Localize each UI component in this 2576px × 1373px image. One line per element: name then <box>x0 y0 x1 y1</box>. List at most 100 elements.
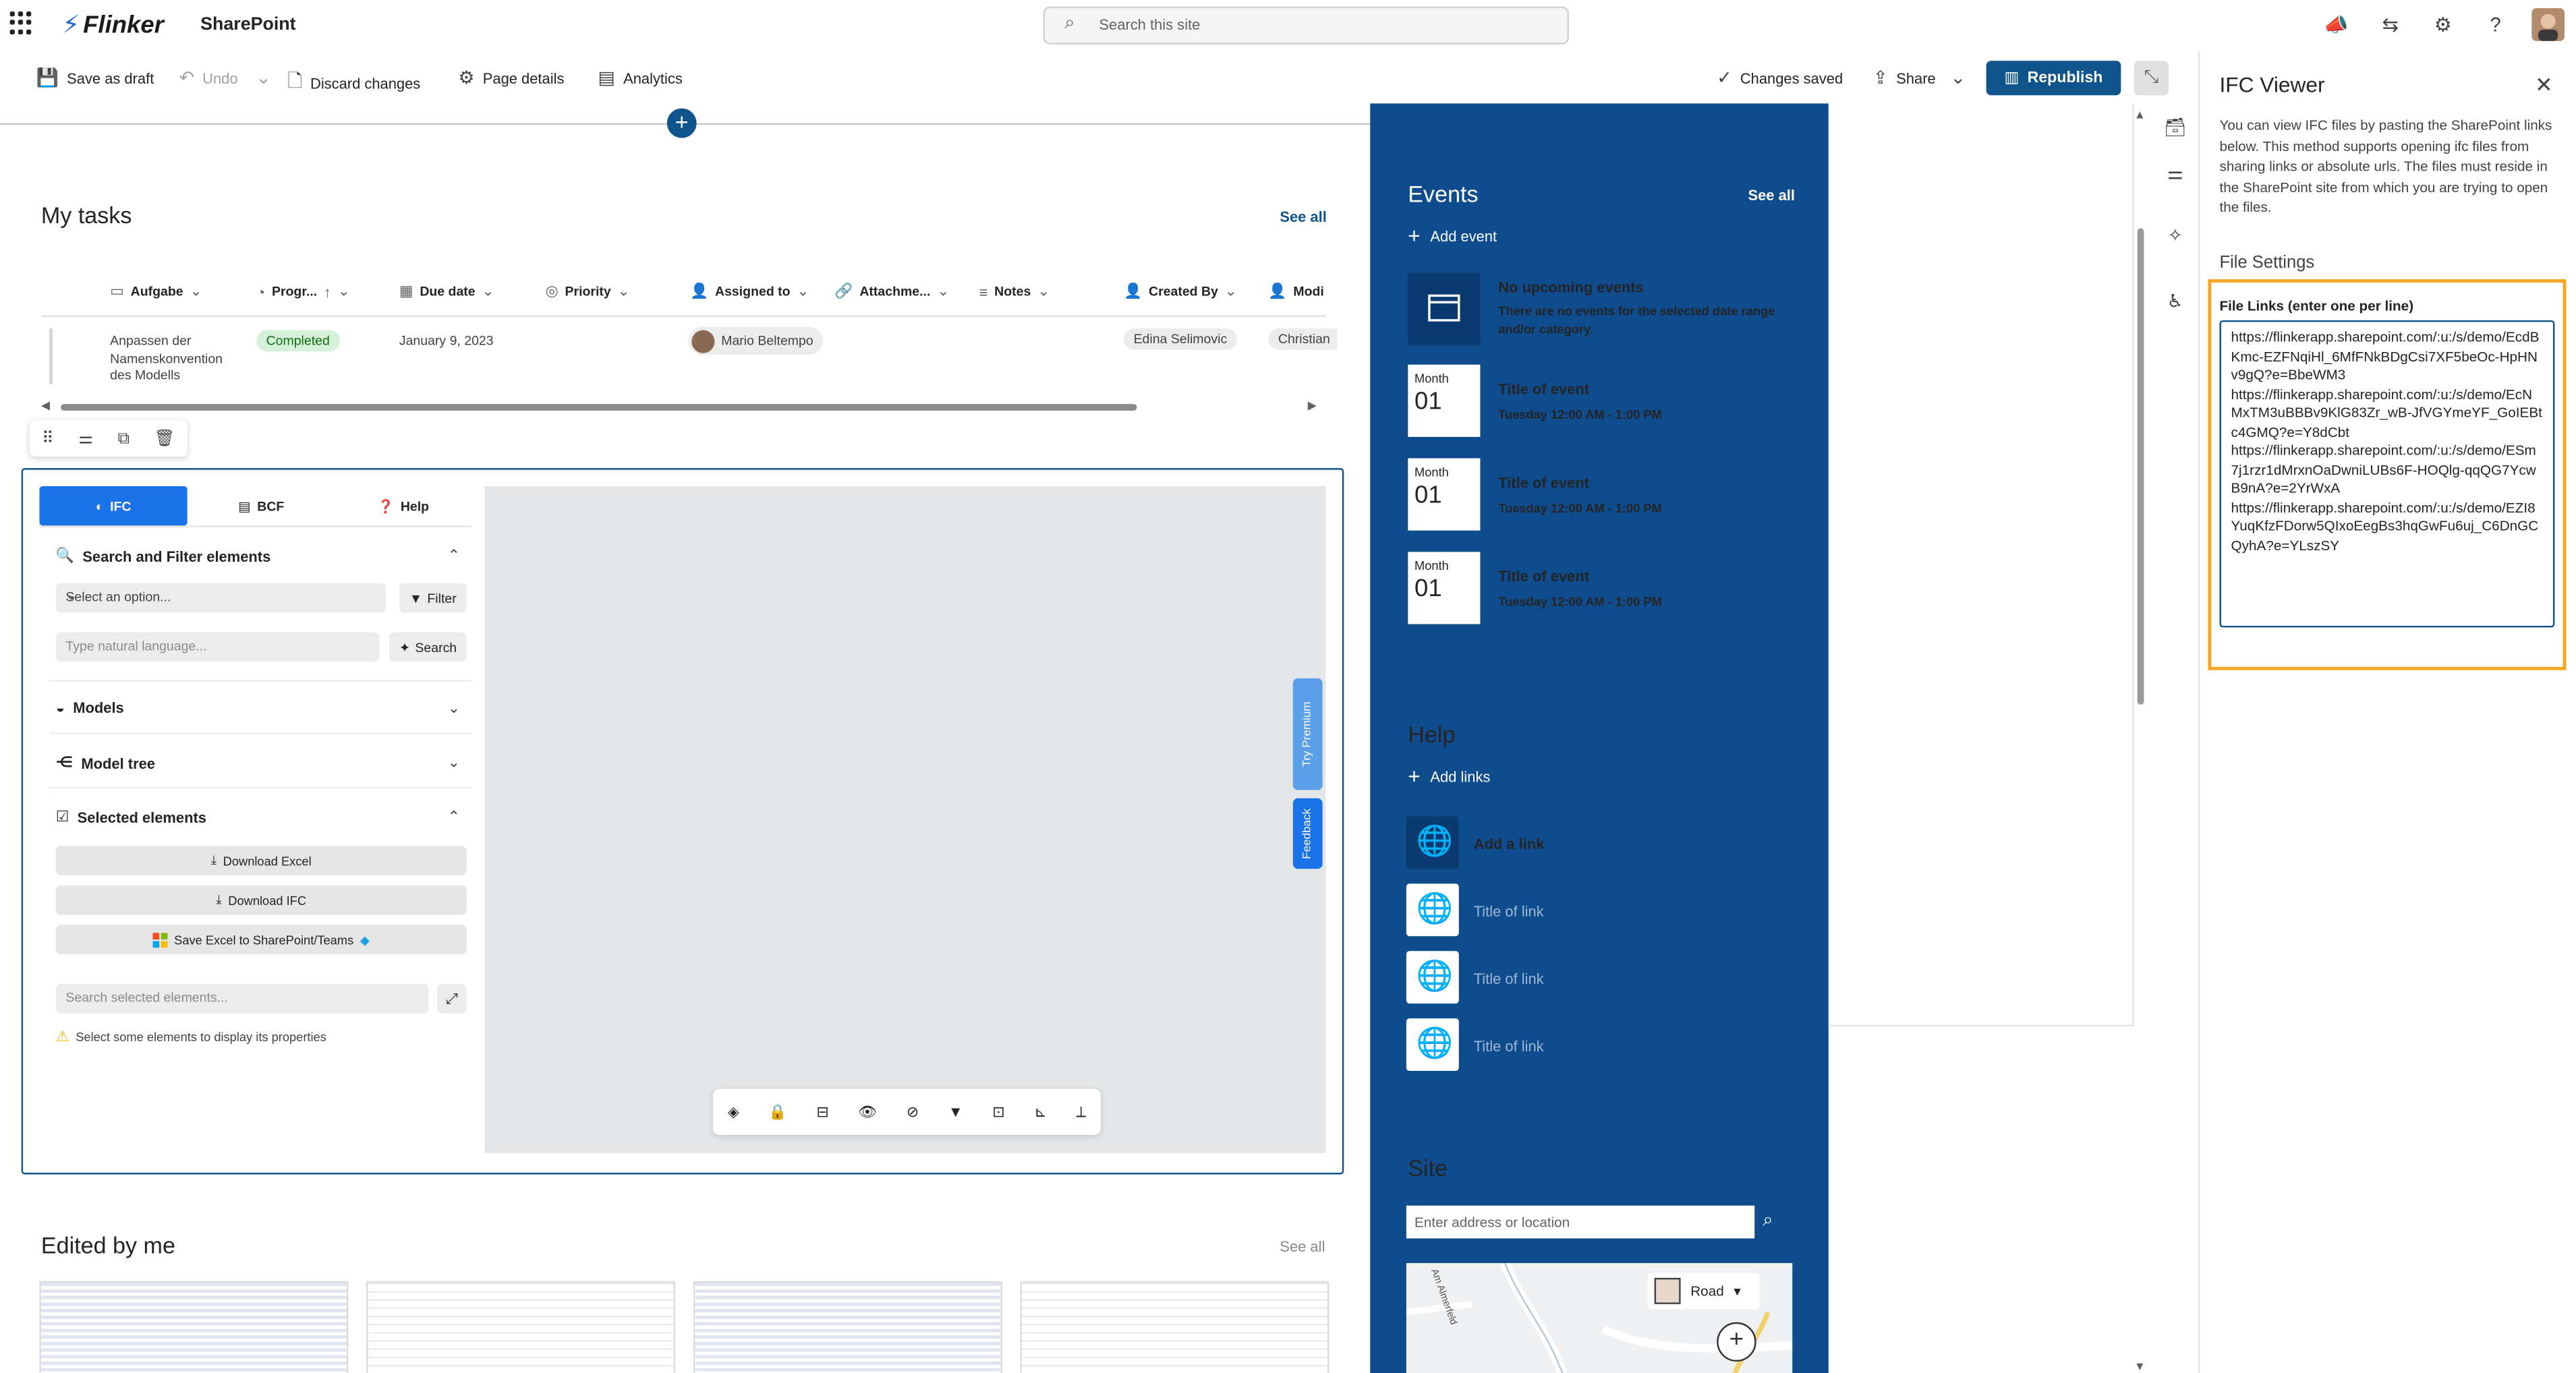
selected-elements-search-input[interactable]: Search selected elements... <box>55 983 429 1014</box>
filter-icon[interactable]: ▼ <box>948 1104 963 1120</box>
duplicate-icon[interactable]: ⧉ <box>118 430 130 448</box>
element-type-select[interactable]: Select an option... ⌄ <box>55 583 387 613</box>
link-title[interactable]: Title of link <box>1474 1038 1544 1054</box>
microsoft-logo-icon <box>152 932 168 947</box>
download-ifc-button[interactable]: ⤓ Download IFC <box>55 885 467 915</box>
column-header-created-by[interactable]: 👤 Created By ⌄ <box>1124 283 1237 301</box>
accessibility-icon[interactable]: ♿ <box>2162 291 2188 317</box>
document-thumbnail[interactable] <box>39 1281 349 1373</box>
section-box-icon[interactable]: ⊟ <box>816 1103 828 1121</box>
republish-button[interactable]: ▥ Republish <box>1986 61 2121 96</box>
try-premium-tab[interactable]: Try Premium <box>1292 678 1323 790</box>
undo-button[interactable]: ↶ Undo ⌄ <box>179 67 270 88</box>
show-icon[interactable]: 👁 <box>858 1103 877 1121</box>
add-section-button[interactable]: + <box>666 108 697 138</box>
close-icon[interactable]: ✕ <box>2535 72 2553 98</box>
link-title[interactable]: Title of link <box>1474 904 1544 920</box>
event-title[interactable]: Title of event <box>1498 568 1589 585</box>
scrollbar-thumb[interactable] <box>61 404 1137 411</box>
scroll-left-icon[interactable]: ◀ <box>41 399 50 412</box>
brand-logo[interactable]: ⚡ Flinker <box>63 10 164 39</box>
app-name[interactable]: SharePoint <box>200 15 295 34</box>
column-header-attachments[interactable]: 🔗 Attachme... ⌄ <box>834 283 949 301</box>
collapse-icon[interactable]: ⤡ <box>2134 61 2169 96</box>
tab-ifc[interactable]: ◐ IFC <box>39 486 188 526</box>
add-event-button[interactable]: + Add event <box>1408 223 1497 248</box>
clip-plane-icon[interactable]: ⟂ <box>1076 1103 1086 1121</box>
my-tasks-see-all-link[interactable]: See all <box>1280 208 1326 225</box>
edit-properties-icon[interactable]: ⚌ <box>78 430 93 448</box>
event-time: Tuesday 12:00 AM - 1:00 PM <box>1498 407 1662 422</box>
scroll-down-icon[interactable]: ▼ <box>2134 1362 2146 1373</box>
scrollbar-thumb[interactable] <box>2137 228 2144 705</box>
focus-icon[interactable]: ⊡ <box>992 1103 1004 1121</box>
megaphone-icon[interactable]: 📣 <box>2322 10 2351 40</box>
filter-button[interactable]: ▼ Filter <box>399 583 467 613</box>
link-title[interactable]: Title of link <box>1474 970 1544 987</box>
lock-icon[interactable]: 🔒 <box>768 1103 786 1121</box>
search-button[interactable]: ✦ Search <box>389 632 467 662</box>
ifc-3d-viewport[interactable] <box>484 486 1326 1153</box>
document-thumbnail[interactable] <box>1020 1281 1329 1373</box>
scroll-right-icon[interactable]: ▶ <box>1308 399 1317 412</box>
site-search-input[interactable]: ⌕ Search this site <box>1043 6 1569 45</box>
event-title[interactable]: Title of event <box>1498 381 1589 397</box>
model-tree-section-header[interactable]: ⋲ Model tree ⌄ <box>56 754 467 772</box>
toolbox-icon[interactable]: 🗃 <box>2162 117 2188 143</box>
analytics-button[interactable]: ▤ Analytics <box>598 67 683 88</box>
share-network-icon[interactable]: ⇆ <box>2376 10 2405 40</box>
help-icon[interactable]: ? <box>2481 10 2511 40</box>
map-style-label: Road <box>1690 1283 1724 1299</box>
document-thumbnail[interactable] <box>366 1281 676 1373</box>
scroll-up-icon[interactable]: ▲ <box>2134 110 2146 121</box>
search-icon[interactable]: ⌕ <box>1763 1210 1773 1232</box>
edited-see-all-link[interactable]: See all <box>1280 1238 1325 1254</box>
column-header-priority[interactable]: ◎ Priority ⌄ <box>546 283 630 301</box>
add-a-link[interactable]: Add a link <box>1474 836 1545 852</box>
discard-changes-button[interactable]: 🗋 Discard changes <box>287 67 420 98</box>
column-header-aufgabe[interactable]: ▭ Aufgabe ⌄ <box>110 283 202 301</box>
assigned-person[interactable]: Mario Beltempo <box>688 326 824 355</box>
isolate-icon[interactable]: ◈ <box>728 1103 739 1121</box>
column-header-assigned-to[interactable]: 👤 Assigned to ⌄ <box>690 283 809 301</box>
feedback-tab[interactable]: Feedback <box>1292 798 1323 869</box>
tab-help[interactable]: ❓ Help <box>335 486 471 525</box>
drag-handle-icon[interactable]: ⠿ <box>42 430 54 448</box>
map-style-selector[interactable]: Road ▾ <box>1647 1273 1760 1310</box>
column-header-progress[interactable]: ◔ Progr... ↑ ⌄ <box>256 283 350 301</box>
natural-language-input[interactable]: Type natural language... <box>55 632 380 662</box>
sliders-icon[interactable]: ⚌ <box>2162 163 2188 189</box>
task-name[interactable]: Anpassen der Namenskonvention des Modell… <box>110 333 241 385</box>
user-avatar[interactable] <box>2531 8 2565 41</box>
save-as-draft-button[interactable]: 💾 Save as draft <box>36 67 154 88</box>
file-links-textarea[interactable]: https://flinkerapp.sharepoint.com/:u:/s/… <box>2219 320 2555 628</box>
share-button[interactable]: ⇪ Share ⌄ <box>1873 67 1966 88</box>
vertical-scrollbar[interactable]: ▲ ▼ <box>2134 110 2147 1373</box>
zoom-in-icon[interactable]: + <box>1717 1322 1756 1362</box>
page-details-button[interactable]: ⚙ Page details <box>459 67 565 88</box>
hide-icon[interactable]: ⊘ <box>907 1103 919 1121</box>
column-header-due-date[interactable]: ▦ Due date ⌄ <box>399 283 494 301</box>
tab-bcf[interactable]: ▤ BCF <box>188 486 335 525</box>
column-header-notes[interactable]: ≡ Notes ⌄ <box>979 283 1050 301</box>
delete-icon[interactable]: 🗑 <box>154 430 175 448</box>
modified-by-person[interactable]: Christian <box>1268 328 1338 350</box>
settings-gear-icon[interactable]: ⚙ <box>2428 10 2458 40</box>
selected-elements-section-header[interactable]: ☑ Selected elements ⌃ <box>56 808 467 826</box>
measure-icon[interactable]: ⊾ <box>1034 1103 1046 1121</box>
design-sparkle-icon[interactable]: ✧ <box>2162 225 2188 252</box>
app-launcher-icon[interactable] <box>9 11 33 34</box>
created-by-person[interactable]: Edina Selimovic <box>1123 328 1237 350</box>
event-title[interactable]: Title of event <box>1498 475 1589 491</box>
expand-icon[interactable]: ⤢ <box>436 983 467 1014</box>
address-input[interactable]: Enter address or location <box>1406 1205 1755 1239</box>
download-excel-button[interactable]: ⤓ Download Excel <box>55 846 467 876</box>
add-links-button[interactable]: + Add links <box>1408 764 1490 789</box>
document-thumbnail[interactable] <box>693 1281 1002 1373</box>
save-excel-button[interactable]: Save Excel to SharePoint/Teams ◆ <box>55 925 467 955</box>
events-see-all-link[interactable]: See all <box>1748 187 1794 204</box>
models-section-header[interactable]: ◒ Models ⌄ <box>56 700 467 716</box>
horizontal-scrollbar[interactable]: ◀ ▶ <box>41 401 1326 412</box>
column-header-modified[interactable]: 👤 Modi <box>1268 283 1324 301</box>
search-filter-section-header[interactable]: 🔍 Search and Filter elements ⌃ <box>56 547 467 565</box>
